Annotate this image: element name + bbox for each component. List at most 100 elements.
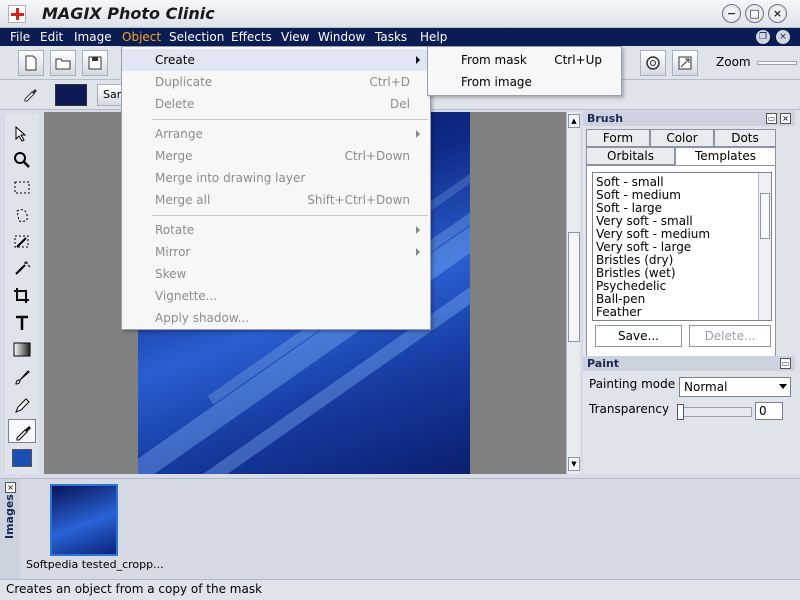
status-bar: Creates an object from a copy of the mas… xyxy=(0,579,800,600)
menu-edit[interactable]: Edit xyxy=(40,29,63,45)
tool-gradient[interactable] xyxy=(8,338,36,362)
menu-item-from-mask[interactable]: From mask Ctrl+Up xyxy=(428,49,621,71)
collapse-icon[interactable]: ▭ xyxy=(780,358,791,369)
thumbnail-caption: Softpedia tested_cropp... xyxy=(26,558,164,571)
eyedropper-option-button[interactable] xyxy=(18,82,42,106)
scroll-thumb[interactable] xyxy=(568,232,580,342)
tool-magic-wand[interactable] xyxy=(8,256,36,280)
tool-move[interactable] xyxy=(8,122,36,146)
menu-item-rotate[interactable]: Rotate xyxy=(122,219,430,241)
export-icon xyxy=(678,56,692,70)
export-button[interactable] xyxy=(672,50,698,76)
delete-template-button[interactable]: Delete... xyxy=(689,325,771,347)
painting-mode-select[interactable]: Normal xyxy=(679,377,791,397)
menu-effects[interactable]: Effects xyxy=(231,29,272,45)
collapse-icon[interactable]: ▭ xyxy=(766,113,777,124)
tool-rect-select[interactable] xyxy=(8,176,36,200)
brush-templates-list[interactable]: Soft - small Soft - medium Soft - large … xyxy=(592,172,772,321)
tab-orbitals[interactable]: Orbitals xyxy=(586,147,675,165)
magic-wand-icon xyxy=(15,261,31,275)
foreground-color-swatch[interactable] xyxy=(12,449,32,467)
menu-item-merge-drawing-layer[interactable]: Merge into drawing layer xyxy=(122,167,430,189)
tab-templates[interactable]: Templates xyxy=(675,147,776,165)
gradient-icon xyxy=(13,342,31,357)
transparency-label: Transparency xyxy=(589,402,670,416)
eyedropper-icon xyxy=(24,89,37,102)
paintbrush-icon xyxy=(15,370,30,385)
menu-item-duplicate[interactable]: Duplicate Ctrl+D xyxy=(122,71,430,93)
right-panel: Brush ▭ × Form Color Dots Orbitals Templ… xyxy=(583,111,800,474)
tool-eyedropper[interactable] xyxy=(8,419,36,443)
zoom-slider[interactable] xyxy=(757,61,797,65)
menu-item-merge[interactable]: Merge Ctrl+Down xyxy=(122,145,430,167)
tab-form[interactable]: Form xyxy=(586,129,650,147)
minimize-button[interactable]: − xyxy=(722,4,741,23)
new-file-icon xyxy=(25,55,37,71)
eyedropper-icon xyxy=(16,426,31,441)
tool-crop[interactable] xyxy=(8,284,36,308)
close-icon[interactable]: × xyxy=(780,113,791,124)
current-color-swatch[interactable] xyxy=(55,84,87,106)
menu-view[interactable]: View xyxy=(281,29,309,45)
transparency-slider[interactable] xyxy=(677,404,752,420)
create-submenu: From mask Ctrl+Up From image xyxy=(427,46,622,96)
tool-brush-select[interactable] xyxy=(8,230,36,254)
menu-item-apply-shadow[interactable]: Apply shadow... xyxy=(122,307,430,329)
menu-window[interactable]: Window xyxy=(318,29,365,45)
tool-lasso[interactable] xyxy=(8,204,36,228)
scroll-up-icon[interactable]: ▲ xyxy=(568,114,580,128)
close-button[interactable]: × xyxy=(768,4,787,23)
canvas-vertical-scrollbar[interactable]: ▲ ▼ xyxy=(566,112,580,474)
orbit-effect-button[interactable] xyxy=(640,50,666,76)
templates-scroll-thumb[interactable] xyxy=(760,193,770,239)
menu-item-mirror[interactable]: Mirror xyxy=(122,241,430,263)
menu-item-skew[interactable]: Skew xyxy=(122,263,430,285)
templates-scrollbar[interactable] xyxy=(758,173,771,320)
magnifier-icon xyxy=(14,152,30,168)
lasso-icon xyxy=(16,209,28,222)
transparency-input[interactable]: 0 xyxy=(755,402,783,420)
folder-icon xyxy=(55,58,71,70)
tab-dots[interactable]: Dots xyxy=(714,129,776,147)
open-file-button[interactable] xyxy=(50,50,76,76)
transparency-slider-thumb[interactable] xyxy=(677,404,684,420)
close-icon[interactable]: × xyxy=(5,482,16,493)
brush-select-icon xyxy=(14,235,29,248)
app-logo-icon xyxy=(8,5,26,23)
menu-file[interactable]: File xyxy=(10,29,30,45)
brush-panel-header: Brush ▭ × xyxy=(583,111,795,126)
submenu-arrow-icon xyxy=(416,248,420,256)
save-button[interactable] xyxy=(82,50,108,76)
painting-mode-label: Painting mode xyxy=(589,377,676,391)
mdi-restore-icon[interactable]: ❐ xyxy=(756,30,770,44)
tool-text[interactable] xyxy=(8,311,36,335)
menu-help[interactable]: Help xyxy=(420,29,447,45)
mdi-close-icon[interactable]: × xyxy=(776,30,790,44)
menu-item-vignette[interactable]: Vignette... xyxy=(122,285,430,307)
menu-selection[interactable]: Selection xyxy=(169,29,224,45)
menu-item-delete[interactable]: Delete Del xyxy=(122,93,430,115)
menu-item-create[interactable]: Create xyxy=(122,49,430,71)
maximize-button[interactable]: □ xyxy=(745,4,764,23)
menu-object[interactable]: Object xyxy=(122,29,161,45)
paint-panel-title: Paint xyxy=(587,357,620,370)
image-thumbnail[interactable] xyxy=(50,484,118,556)
tool-brush[interactable] xyxy=(8,366,36,390)
images-strip-side: × Images xyxy=(0,479,20,580)
menu-item-arrange[interactable]: Arrange xyxy=(122,123,430,145)
new-file-button[interactable] xyxy=(18,50,44,76)
scroll-down-icon[interactable]: ▼ xyxy=(568,457,580,471)
menu-item-from-image[interactable]: From image xyxy=(428,71,621,93)
menu-item-merge-all[interactable]: Merge all Shift+Ctrl+Down xyxy=(122,189,430,211)
tab-color[interactable]: Color xyxy=(650,129,714,147)
tool-zoom[interactable] xyxy=(8,148,36,172)
list-item[interactable]: Feather xyxy=(596,306,642,319)
tool-pencil[interactable] xyxy=(8,394,36,418)
submenu-arrow-icon xyxy=(416,226,420,234)
menu-tasks[interactable]: Tasks xyxy=(375,29,407,45)
save-icon xyxy=(88,56,102,70)
rectangle-select-icon xyxy=(14,181,30,194)
menu-image[interactable]: Image xyxy=(74,29,112,45)
save-template-button[interactable]: Save... xyxy=(595,325,682,347)
painting-mode-value: Normal xyxy=(684,380,728,394)
